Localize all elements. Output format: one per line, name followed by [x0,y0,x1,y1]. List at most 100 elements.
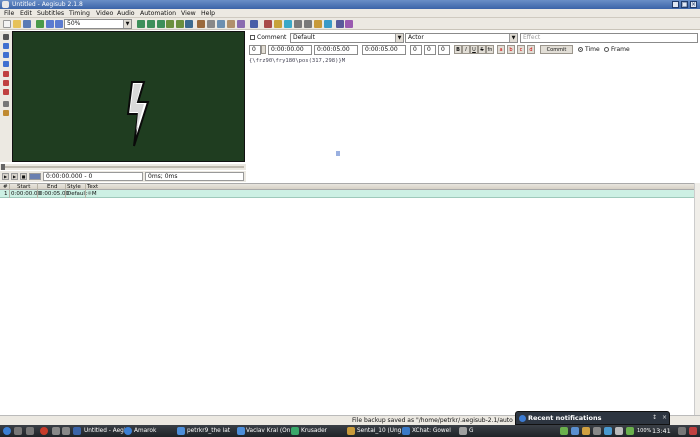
maximize-button[interactable]: □ [681,1,688,8]
assistant-icon[interactable] [324,20,332,28]
minimize-button[interactable]: _ [672,1,679,8]
task-xchat[interactable]: XChat: Gowel [412,426,458,436]
jump-end-icon[interactable] [157,20,165,28]
play-line-icon[interactable]: ▶ [11,173,18,180]
task-petrkr[interactable]: petrkr9_the lat [187,426,239,436]
styles-manager-icon[interactable] [197,20,205,28]
tray-icon[interactable] [571,427,579,435]
autoscroll-toggle-icon[interactable] [29,173,41,180]
task-sentai[interactable]: Sentai_10 (Ung [357,426,401,436]
task-amarok[interactable]: Amarok [134,426,174,436]
shadow-color-button[interactable]: d [527,45,535,54]
lock-tool-icon[interactable] [3,110,9,116]
kanji-timer-icon[interactable] [274,20,282,28]
launcher-icon[interactable] [14,427,22,435]
commit-button[interactable]: Commit [540,45,573,54]
save-file-icon[interactable] [23,20,31,28]
menu-file[interactable]: File [4,9,14,18]
browser-icon[interactable] [40,427,48,435]
menu-help[interactable]: Help [201,9,215,18]
battery-icon[interactable] [626,427,634,435]
bold-button[interactable]: B [454,45,462,54]
kde-menu-icon[interactable] [3,427,11,435]
jump-to-video-icon[interactable] [137,20,145,28]
notifications-popup[interactable]: Recent notifications ↕ × [515,411,670,425]
properties-icon[interactable] [207,20,215,28]
chevron-down-icon[interactable]: ▼ [509,34,517,42]
spellcheck-icon[interactable] [314,20,322,28]
replace-icon[interactable] [304,20,312,28]
layer-spin-icon[interactable] [261,45,266,54]
clip-tool-icon[interactable] [3,80,9,86]
menu-subtitles[interactable]: Subtitles [37,9,64,18]
new-file-icon[interactable] [3,20,11,28]
play-icon[interactable]: ▶ [2,173,9,180]
scale-tool-icon[interactable] [3,71,9,77]
task-misc[interactable]: G [469,426,481,436]
menu-audio[interactable]: Audio [117,9,135,18]
tray-icon[interactable] [560,427,568,435]
toggle-realtime-icon[interactable] [3,101,9,107]
network-icon[interactable] [604,427,612,435]
launcher-icon[interactable] [26,427,34,435]
frame-radio[interactable] [604,47,609,52]
zoom-in-icon[interactable] [46,20,54,28]
video-zoom-select[interactable]: 50% ▼ [64,19,132,29]
seek-handle[interactable] [1,164,5,170]
rotate-xy-tool-icon[interactable] [3,61,9,67]
style-select[interactable]: Default ▼ [290,33,404,43]
menu-video[interactable]: Video [96,9,113,18]
vector-clip-tool-icon[interactable] [3,89,9,95]
launcher-icon[interactable] [52,427,60,435]
font-button[interactable]: fn [486,45,494,54]
effect-field[interactable]: Effect [520,33,698,43]
close-notification-button[interactable]: × [661,414,668,422]
help-icon[interactable] [345,20,353,28]
subtitle-text-editor[interactable]: {\frz90\fry180\pos(317,298)}M [248,56,700,182]
open-video-icon[interactable] [36,20,44,28]
snap-scene-icon[interactable] [185,20,193,28]
grid-scrollbar[interactable] [694,183,700,415]
drag-tool-icon[interactable] [3,43,9,49]
duration-field[interactable]: 0:00:05.00 [362,45,406,55]
comment-checkbox[interactable] [250,35,255,40]
time-radio[interactable] [578,47,583,52]
open-file-icon[interactable] [13,20,21,28]
margin-left-field[interactable]: 0 [410,45,422,55]
attachments-icon[interactable] [217,20,225,28]
fonts-collector-icon[interactable] [227,20,235,28]
strikeout-button[interactable]: S [478,45,486,54]
zoom-out-icon[interactable] [55,20,63,28]
actor-combo[interactable]: Actor ▼ [405,33,518,43]
margin-right-field[interactable]: 0 [424,45,436,55]
menu-view[interactable]: View [181,9,196,18]
translation-assistant-icon[interactable] [284,20,292,28]
find-icon[interactable] [294,20,302,28]
primary-color-button[interactable]: a [497,45,505,54]
tray-icon[interactable] [582,427,590,435]
underline-button[interactable]: U [470,45,478,54]
menu-automation[interactable]: Automation [140,9,176,18]
app-icon[interactable] [2,1,9,8]
automation-icon[interactable] [237,20,245,28]
resample-icon[interactable] [250,20,258,28]
italic-button[interactable]: I [462,45,470,54]
task-krusader[interactable]: Krusader [301,426,349,436]
options-icon[interactable] [336,20,344,28]
stop-icon[interactable]: ■ [20,173,27,180]
outline-color-button[interactable]: c [517,45,525,54]
menu-edit[interactable]: Edit [20,9,32,18]
clock[interactable]: 13:41 [652,426,674,436]
rotate-z-tool-icon[interactable] [3,52,9,58]
jump-start-icon[interactable] [147,20,155,28]
task-aegisub[interactable]: Untitled - Aegi [84,426,128,436]
secondary-color-button[interactable]: b [507,45,515,54]
window-title-bar[interactable]: Untitled - Aegisub 2.1.8 _ □ × [0,0,700,9]
standard-tool-icon[interactable] [3,34,9,40]
chevron-down-icon[interactable]: ▼ [395,34,403,42]
start-time-field[interactable]: 0:00:00.00 [268,45,312,55]
snap-end-icon[interactable] [176,20,184,28]
volume-icon[interactable] [593,427,601,435]
tray-icon[interactable] [615,427,623,435]
layer-field[interactable]: 0 [249,45,261,55]
